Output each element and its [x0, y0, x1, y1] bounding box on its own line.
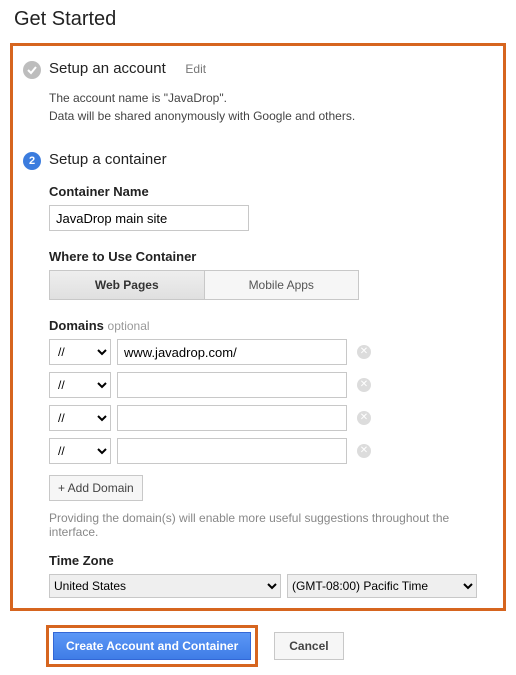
timezone-label: Time Zone: [49, 553, 493, 568]
domain-row: // ✕: [49, 339, 493, 365]
protocol-select[interactable]: //: [49, 438, 111, 464]
step1-summary: The account name is "JavaDrop". Data wil…: [49, 89, 493, 125]
setup-panel: Setup an account Edit The account name i…: [10, 43, 506, 611]
seg-mobile-apps[interactable]: Mobile Apps: [205, 270, 360, 300]
protocol-select[interactable]: //: [49, 339, 111, 365]
domain-hint: Providing the domain(s) will enable more…: [49, 511, 493, 539]
where-segmented: Web Pages Mobile Apps: [49, 270, 359, 300]
close-icon[interactable]: ✕: [357, 411, 371, 425]
domains-label: Domains optional: [49, 318, 493, 333]
tz-country-select[interactable]: United States: [49, 574, 281, 598]
domain-input-4[interactable]: [117, 438, 347, 464]
protocol-select[interactable]: //: [49, 372, 111, 398]
step-container: 2 Setup a container: [23, 151, 493, 170]
edit-link[interactable]: Edit: [185, 62, 206, 76]
container-form: Container Name Where to Use Container We…: [49, 184, 493, 598]
close-icon[interactable]: ✕: [357, 444, 371, 458]
page-title: Get Started: [14, 8, 506, 31]
step2-title: Setup a container: [49, 151, 167, 168]
domain-input-2[interactable]: [117, 372, 347, 398]
close-icon[interactable]: ✕: [357, 378, 371, 392]
domain-row: // ✕: [49, 438, 493, 464]
timezone-row: United States (GMT-08:00) Pacific Time: [49, 574, 493, 598]
seg-web-pages[interactable]: Web Pages: [49, 270, 205, 300]
where-use-label: Where to Use Container: [49, 249, 493, 264]
domain-row: // ✕: [49, 372, 493, 398]
step1-title: Setup an account: [49, 60, 166, 77]
domain-input-1[interactable]: [117, 339, 347, 365]
cancel-button[interactable]: Cancel: [274, 632, 343, 660]
container-name-input[interactable]: [49, 205, 249, 231]
create-account-container-button[interactable]: Create Account and Container: [53, 632, 251, 660]
action-bar: Create Account and Container Cancel: [46, 625, 506, 667]
add-domain-button[interactable]: + Add Domain: [49, 475, 143, 501]
check-icon: [23, 61, 41, 79]
step2-badge: 2: [23, 152, 41, 170]
container-name-label: Container Name: [49, 184, 493, 199]
protocol-select[interactable]: //: [49, 405, 111, 431]
primary-highlight: Create Account and Container: [46, 625, 258, 667]
step1-summary-line2: Data will be shared anonymously with Goo…: [49, 107, 493, 125]
step1-summary-line1: The account name is "JavaDrop".: [49, 89, 493, 107]
tz-zone-select[interactable]: (GMT-08:00) Pacific Time: [287, 574, 477, 598]
step-account: Setup an account Edit: [23, 60, 493, 79]
domain-input-3[interactable]: [117, 405, 347, 431]
domain-row: // ✕: [49, 405, 493, 431]
optional-label: optional: [108, 319, 150, 333]
close-icon[interactable]: ✕: [357, 345, 371, 359]
